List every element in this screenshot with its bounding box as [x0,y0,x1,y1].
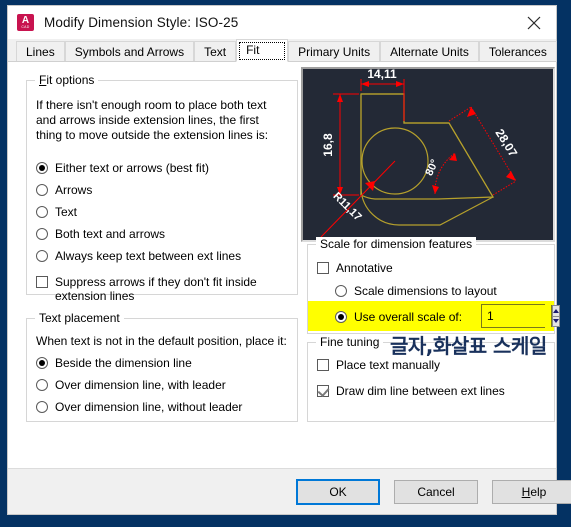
ok-button-label: OK [329,485,347,499]
checkbox-indicator [317,385,329,397]
spinner-up-icon[interactable] [552,305,560,317]
tab-tolerances[interactable]: Tolerances [478,41,557,62]
tab-alternate-units[interactable]: Alternate Units [380,41,479,62]
text-placement-legend: Text placement [35,311,124,325]
tab-symbols-and-arrows[interactable]: Symbols and Arrows [64,41,195,62]
radio-label: Either text or arrows (best fit) [55,161,210,175]
radio-label: Always keep text between ext lines [55,249,242,263]
dialog-body: Fit options If there isn't enough room t… [8,62,560,493]
dim-label-left-height: 16,8 [321,133,335,157]
dimension-preview: 14,11 16,8 R11,17 80° 28,07 [301,67,555,242]
desktop-background: A CAD Modify Dimension Style: ISO-25 Lin… [0,0,571,527]
radio-text[interactable]: Text [36,205,77,219]
radio-indicator [36,162,48,174]
checkbox-indicator [36,276,48,288]
tab-label: Tolerances [488,45,547,59]
radio-beside-the-dimension-line[interactable]: Beside the dimension line [36,356,192,370]
dialog-footer: OK Cancel Help [8,468,571,514]
cancel-button-label: Cancel [417,485,455,499]
tab-label: Symbols and Arrows [74,45,185,59]
ok-button[interactable]: OK [296,479,380,505]
autocad-logo-icon: A CAD [17,14,34,31]
checkbox-indicator [317,262,329,274]
overall-scale-spinner[interactable] [481,304,560,328]
radio-either-text-or-arrows[interactable]: Either text or arrows (best fit) [36,161,209,175]
radio-indicator [36,228,48,240]
radio-arrows[interactable]: Arrows [36,183,92,197]
checkbox-label: Draw dim line between ext lines [336,384,505,398]
checkbox-label-line1: Suppress arrows if they don't fit inside [55,275,257,289]
tab-label: Fit [246,43,260,57]
fit-options-legend: Fit options [35,73,99,87]
checkbox-label: Suppress arrows if they don't fit inside… [55,275,257,303]
tab-strip: Lines Symbols and Arrows Text Fit Primar… [8,39,557,62]
radio-over-dimension-line-with-leader[interactable]: Over dimension line, with leader [36,378,226,392]
tab-primary-units[interactable]: Primary Units [288,41,381,62]
radio-both-text-and-arrows[interactable]: Both text and arrows [36,227,165,241]
autocad-logo-subtext: CAD [21,25,30,29]
modify-dimension-style-dialog: A CAD Modify Dimension Style: ISO-25 Lin… [7,5,571,515]
korean-annotation: 글자,화살표 스케일 [390,334,547,358]
checkbox-suppress-arrows[interactable]: Suppress arrows if they don't fit inside… [36,275,286,303]
help-button[interactable]: Help [492,480,571,504]
checkbox-label-line2: extension lines [55,289,135,303]
radio-label: Over dimension line, with leader [55,378,226,392]
radio-over-dimension-line-without-leader[interactable]: Over dimension line, without leader [36,400,242,414]
radio-scale-dimensions-to-layout[interactable]: Scale dimensions to layout [335,284,497,298]
checkbox-indicator [317,359,329,371]
spinner-down-icon[interactable] [552,316,560,327]
radio-label: Text [55,205,78,219]
title-bar: A CAD Modify Dimension Style: ISO-25 [8,6,556,39]
window-title: Modify Dimension Style: ISO-25 [44,15,239,30]
close-icon[interactable] [511,6,556,39]
radio-indicator [335,285,347,297]
dim-label-top-width: 14,11 [367,69,397,81]
autocad-logo-letter: A [21,15,30,26]
radio-always-keep-text-between-ext-lines[interactable]: Always keep text between ext lines [36,249,241,263]
tab-text[interactable]: Text [194,41,237,62]
tab-label: Alternate Units [390,45,469,59]
radio-label: Scale dimensions to layout [354,284,497,298]
tab-fit[interactable]: Fit [236,39,289,62]
radio-label: Use overall scale of: [354,310,463,324]
checkbox-label: Annotative [336,261,393,275]
checkbox-draw-dim-line-between-ext-lines[interactable]: Draw dim line between ext lines [317,384,505,398]
radio-indicator [36,206,48,218]
radio-indicator [36,250,48,262]
radio-indicator [335,311,347,323]
overall-scale-input[interactable] [482,305,551,327]
radio-label: Both text and arrows [55,227,166,241]
fine-tuning-legend: Fine tuning [316,335,384,349]
tab-lines[interactable]: Lines [16,41,65,62]
radio-indicator [36,357,48,369]
scale-legend: Scale for dimension features [316,237,477,251]
preview-drawing: 14,11 16,8 R11,17 80° 28,07 [303,69,553,240]
radio-label: Arrows [55,183,93,197]
checkbox-annotative[interactable]: Annotative [317,261,393,275]
radio-use-overall-scale-of[interactable]: Use overall scale of: [335,310,462,324]
radio-indicator [36,379,48,391]
radio-label: Over dimension line, without leader [55,400,243,414]
fit-options-description: If there isn't enough room to place both… [36,98,269,142]
radio-indicator [36,401,48,413]
tab-label: Primary Units [298,45,371,59]
checkbox-label: Place text manually [336,358,441,372]
spinner-buttons [551,305,560,327]
radio-indicator [36,184,48,196]
cancel-button[interactable]: Cancel [394,480,478,504]
tab-label: Text [204,45,227,59]
help-button-label: Help [521,485,547,499]
checkbox-place-text-manually[interactable]: Place text manually [317,358,440,372]
tab-label: Lines [26,45,55,59]
text-placement-description: When text is not in the default position… [36,334,287,348]
radio-label: Beside the dimension line [55,356,192,370]
